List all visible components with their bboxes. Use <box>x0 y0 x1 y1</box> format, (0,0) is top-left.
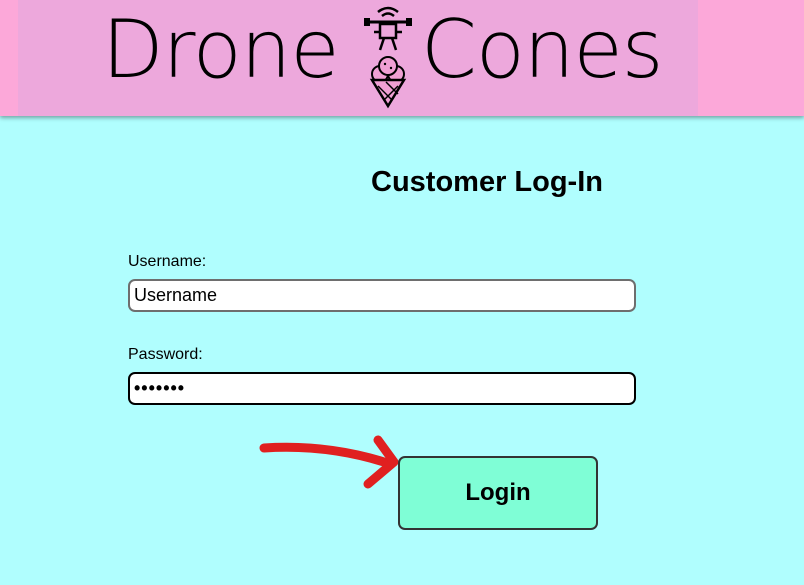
username-field[interactable]: Username <box>128 279 636 312</box>
page-title: Customer Log-In <box>371 166 603 198</box>
password-label: Password: <box>128 346 203 363</box>
login-panel: Customer Log-In Username: Username Passw… <box>0 116 804 585</box>
username-label: Username: <box>128 253 207 270</box>
site-header: Drone Cones <box>0 0 804 116</box>
drone-icecream-icon <box>364 6 412 109</box>
red-arrow-icon <box>259 435 399 489</box>
password-field[interactable]: ••••••• <box>128 372 636 405</box>
logo-text-drone: Drone <box>102 3 340 96</box>
logo-banner: Drone Cones <box>18 0 698 116</box>
logo-text-cones: Cones <box>421 3 663 96</box>
login-button[interactable]: Login <box>398 456 598 530</box>
